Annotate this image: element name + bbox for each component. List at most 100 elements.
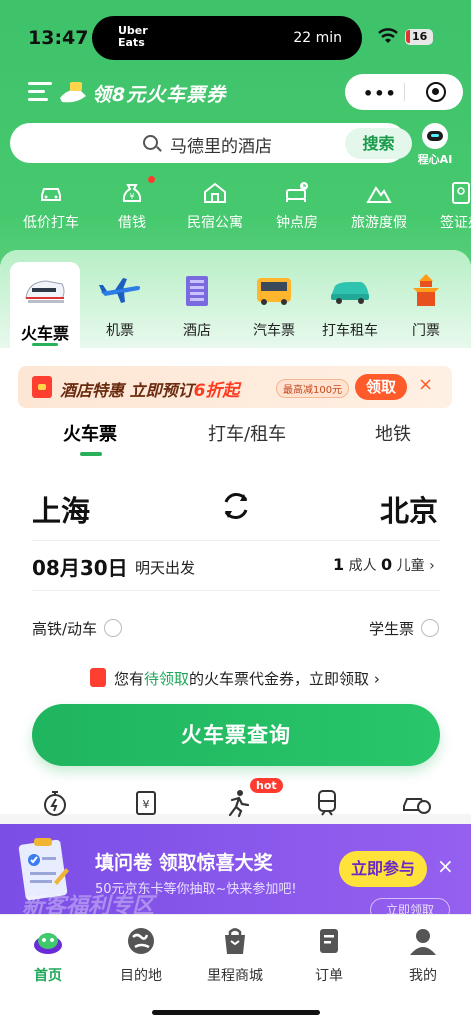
swap-cities-icon[interactable] [218, 488, 254, 524]
bed-clock-icon [286, 182, 308, 202]
nav-orders[interactable]: 订单 [289, 925, 369, 985]
service-loan[interactable]: ¥ 借钱 [92, 176, 172, 232]
survey-title: 填问卷 领取惊喜大奖 [95, 852, 273, 874]
nav-home[interactable]: 首页 [8, 925, 88, 985]
arrival-city[interactable]: 北京 [380, 488, 438, 530]
coupon-text: 酒店特惠 立即预订 [60, 381, 194, 400]
category-flight[interactable]: 机票 [83, 272, 157, 340]
service-cheap-taxi[interactable]: 低价打车 [11, 180, 91, 232]
house-icon [204, 182, 226, 203]
status-time: 13:47 [28, 27, 89, 49]
nav-mileage-mall[interactable]: 里程商城 [195, 925, 275, 985]
runner-icon[interactable] [222, 788, 252, 818]
chevron-right-icon: › [429, 558, 435, 574]
category-attraction[interactable]: 门票 [389, 272, 463, 340]
category-taxi[interactable]: 打车租车 [313, 272, 387, 340]
promo-banner-title[interactable]: 领8元火车票券 [58, 78, 226, 108]
coupon-discount: 6折起 [193, 381, 240, 401]
nav-destination[interactable]: 目的地 [101, 925, 181, 985]
quick-services: 低价打车 ¥ 借钱 民宿公寓 钟点房 旅游度假 签证办 [0, 176, 471, 236]
train-front-icon[interactable] [312, 788, 342, 818]
taxi-icon [331, 282, 369, 304]
car-coin-icon[interactable] [401, 788, 431, 818]
live-activity-app: Uber Eats [118, 24, 148, 49]
shopping-bag-icon [225, 928, 245, 954]
profile-icon [410, 929, 436, 955]
claim-coupon-button[interactable]: 领取 [355, 374, 407, 400]
battery-level: 16 [412, 30, 428, 43]
nav-profile[interactable]: 我的 [383, 925, 463, 985]
status-bar: 13:47 Uber Eats 22 min 16 [0, 0, 471, 74]
tab-metro[interactable]: 地铁 [375, 420, 411, 446]
notification-dot [148, 176, 155, 183]
departure-city[interactable]: 上海 [32, 488, 90, 530]
coupon-max-tag: 最高减100元 [276, 379, 350, 398]
menu-icon[interactable] [28, 82, 52, 104]
survey-banner[interactable]: 填问卷 领取惊喜大奖 50元京东卡等你抽取~快来参加吧! 立即参与 × 新客福利… [0, 824, 471, 922]
search-bar[interactable]: 马德里的酒店 搜索 [10, 123, 412, 163]
receipt-icon[interactable]: ¥ [131, 788, 161, 818]
category-hotel[interactable]: 酒店 [160, 272, 234, 340]
close-icon[interactable]: × [418, 374, 433, 395]
search-icon [143, 135, 158, 150]
search-button[interactable]: 搜索 [345, 128, 412, 159]
wifi-icon [378, 28, 398, 43]
student-ticket-label: 学生票 [369, 620, 415, 638]
high-speed-label: 高铁/动车 [32, 620, 98, 638]
student-ticket-checkbox[interactable] [421, 619, 439, 637]
service-hourly-room[interactable]: 钟点房 [257, 180, 337, 232]
red-envelope-icon [90, 668, 106, 687]
hot-badge: hot [250, 778, 283, 793]
more-icon[interactable]: ••• [363, 84, 397, 103]
ai-assistant-button[interactable]: 程心AI [415, 123, 455, 167]
search-input[interactable]: 马德里的酒店 [170, 132, 272, 157]
tab-active-indicator [80, 452, 102, 456]
plane-icon [99, 278, 141, 303]
miniprogram-capsule: ••• [345, 74, 463, 110]
service-homestay[interactable]: 民宿公寓 [175, 180, 255, 232]
departure-date-hint: 明天出发 [135, 559, 196, 577]
service-vacation[interactable]: 旅游度假 [339, 180, 419, 232]
home-mascot-icon [34, 933, 62, 954]
hotel-icon [186, 276, 208, 306]
close-miniprogram-icon[interactable] [426, 82, 446, 102]
category-train[interactable]: 火车票 [8, 272, 82, 344]
search-trains-button[interactable]: 火车票查询 [32, 704, 440, 766]
money-bag-icon: ¥ [122, 184, 142, 202]
ticket-logo-icon [60, 82, 86, 103]
stopwatch-icon[interactable] [40, 788, 70, 818]
svg-text:¥: ¥ [129, 192, 134, 201]
join-survey-button[interactable]: 立即参与 [339, 851, 427, 887]
voucher-notice[interactable]: 您有待领取的火车票代金券，立即领取 › [114, 668, 380, 689]
departure-date[interactable]: 08月30日 [32, 552, 128, 581]
home-indicator [152, 1010, 320, 1015]
divider [32, 590, 440, 591]
globe-icon [128, 928, 154, 954]
dynamic-island[interactable]: Uber Eats 22 min [92, 16, 362, 60]
svg-text:¥: ¥ [143, 798, 150, 811]
battery-icon: 16 [405, 29, 433, 45]
high-speed-checkbox[interactable] [104, 619, 122, 637]
live-activity-eta: 22 min [293, 30, 342, 46]
train-icon [25, 280, 65, 303]
close-icon[interactable]: × [437, 854, 454, 878]
divider [32, 540, 440, 541]
pagoda-icon [413, 274, 439, 306]
tab-taxi-rental[interactable]: 打车/租车 [208, 420, 286, 446]
service-visa[interactable]: 签证办 [421, 180, 471, 232]
tab-train[interactable]: 火车票 [63, 420, 117, 446]
mountain-icon [366, 186, 392, 203]
transport-tabs: 火车票 打车/租车 地铁 [0, 420, 471, 460]
order-icon [320, 929, 338, 953]
red-envelope-icon [32, 376, 52, 398]
passenger-selector[interactable]: 1 成人 0 儿童 › [333, 555, 435, 575]
hotel-coupon-banner[interactable]: 酒店特惠 立即预订6折起 最高减100元 领取 × [18, 366, 452, 408]
bottom-navigation: 首页 目的地 里程商城 订单 我的 [0, 914, 471, 1024]
category-bus[interactable]: 汽车票 [237, 272, 311, 340]
chevron-right-icon: › [373, 670, 380, 688]
car-icon [41, 188, 61, 201]
robot-icon [422, 123, 448, 149]
bus-icon [257, 278, 291, 305]
booking-card: 火车票 机票 酒店 汽车票 打车租车 门票 酒店特惠 立即预订6折起 最高减10… [0, 250, 471, 814]
passport-icon [452, 182, 470, 204]
